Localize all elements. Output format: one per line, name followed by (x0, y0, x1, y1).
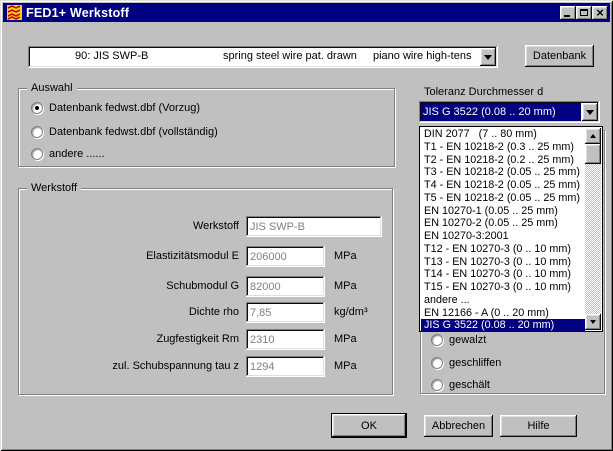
cancel-button[interactable]: Abbrechen (424, 415, 493, 437)
field-label: zul. Schubspannung tau z (19, 356, 239, 377)
dialog-window: FED1+ Werkstoff 90: JIS SWP-B spring ste… (0, 0, 613, 451)
list-item[interactable]: EN 12166 - A (0 .. 20 mm) (421, 307, 585, 320)
maximize-icon (580, 9, 588, 16)
list-item[interactable]: T14 - EN 10270-3 (0 .. 10 mm) (421, 268, 585, 281)
material-combo-arrow-button[interactable] (480, 48, 496, 66)
material-name: spring steel wire pat. drawn (223, 50, 357, 62)
auswahl-groupbox: Auswahl Datenbank fedwst.dbf (Vorzug) Da… (18, 88, 395, 167)
list-item[interactable]: EN 10270-2 (0.05 .. 25 mm) (421, 217, 585, 230)
radio-label: geschliffen (449, 357, 501, 369)
radio-label: gewalzt (449, 334, 486, 346)
toleranz-selected-value: JIS G 3522 (0.08 .. 20 mm) (421, 103, 581, 121)
chevron-down-icon (586, 110, 594, 115)
field-label: Zugfestigkeit Rm (19, 329, 239, 350)
list-item[interactable]: T12 - EN 10270-3 (0 .. 10 mm) (421, 243, 585, 256)
toleranz-combo-arrow-button[interactable] (582, 103, 598, 121)
field-label: Schubmodul G (19, 276, 239, 297)
unit-label: MPa (334, 276, 357, 297)
field-label: Elastizitätsmodul E (19, 246, 239, 267)
radio-db-vorzug[interactable]: Datenbank fedwst.dbf (Vorzug) (31, 101, 200, 115)
radio-icon[interactable] (31, 148, 43, 160)
radio-andere[interactable]: andere ...... (31, 147, 105, 161)
radio-icon[interactable] (31, 102, 43, 114)
material-detail: piano wire high-tens (373, 50, 471, 62)
radio-label: Datenbank fedwst.dbf (vollständig) (49, 126, 218, 138)
radio-geschaelt[interactable]: geschält (431, 378, 490, 392)
radio-gewalzt[interactable]: gewalzt (431, 333, 486, 347)
field-label: Werkstoff (19, 216, 239, 237)
list-item[interactable]: T13 - EN 10270-3 (0 .. 10 mm) (421, 256, 585, 269)
window-controls (560, 6, 608, 20)
title-bar[interactable]: FED1+ Werkstoff (3, 3, 610, 22)
scroll-down-button[interactable] (585, 314, 601, 330)
radio-label: Datenbank fedwst.dbf (Vorzug) (49, 102, 200, 114)
radio-icon[interactable] (431, 379, 443, 391)
radio-icon[interactable] (431, 357, 443, 369)
schubspannung-field[interactable] (246, 356, 325, 377)
row-dichte: Dichte rho kg/dm³ (19, 302, 392, 323)
list-item[interactable]: T15 - EN 10270-3 (0 .. 10 mm) (421, 281, 585, 294)
werkstoff-field[interactable] (246, 216, 382, 237)
radio-geschliffen[interactable]: geschliffen (431, 356, 501, 370)
list-item[interactable]: DIN 2077 (7 .. 80 mm) (421, 128, 585, 141)
unit-label: MPa (334, 246, 357, 267)
close-button[interactable] (592, 6, 608, 20)
material-combobox[interactable]: 90: JIS SWP-B spring steel wire pat. dra… (28, 46, 498, 68)
minimize-icon (564, 15, 570, 17)
field-label: Dichte rho (19, 302, 239, 323)
material-code: 90: JIS SWP-B (75, 50, 148, 62)
radio-label: geschält (449, 379, 490, 391)
list-item-selected[interactable]: JIS G 3522 (0.08 .. 20 mm) (421, 319, 585, 332)
row-werkstoff: Werkstoff (19, 216, 392, 237)
datenbank-button[interactable]: Datenbank (525, 45, 594, 67)
list-item[interactable]: T1 - EN 10218-2 (0.3 .. 25 mm) (421, 141, 585, 154)
radio-db-vollstaendig[interactable]: Datenbank fedwst.dbf (vollständig) (31, 125, 218, 139)
werkstoff-group-title: Werkstoff (27, 182, 81, 195)
emodul-field[interactable] (246, 246, 325, 267)
minimize-button[interactable] (560, 6, 576, 20)
list-item[interactable]: T2 - EN 10218-2 (0.2 .. 25 mm) (421, 154, 585, 167)
dichte-field[interactable] (246, 302, 325, 323)
toleranz-dropdown-list: DIN 2077 (7 .. 80 mm) T1 - EN 10218-2 (0… (419, 126, 603, 332)
toleranz-label: Toleranz Durchmesser d (424, 86, 543, 98)
zugfestigkeit-field[interactable] (246, 329, 325, 350)
row-gmodul: Schubmodul G MPa (19, 276, 392, 297)
scrollbar[interactable] (585, 128, 601, 330)
list-item[interactable]: EN 10270-3:2001 (421, 230, 585, 243)
list-item[interactable]: EN 10270-1 (0.05 .. 25 mm) (421, 205, 585, 218)
maximize-button[interactable] (576, 6, 592, 20)
scroll-thumb[interactable] (585, 144, 601, 164)
gmodul-field[interactable] (246, 276, 325, 297)
radio-icon[interactable] (431, 334, 443, 346)
row-zugfestigkeit: Zugfestigkeit Rm MPa (19, 329, 392, 350)
list-item[interactable]: T3 - EN 10218-2 (0.05 .. 25 mm) (421, 166, 585, 179)
spring-coil-icon (7, 5, 22, 20)
row-schubspannung: zul. Schubspannung tau z MPa (19, 356, 392, 377)
list-item[interactable]: T4 - EN 10218-2 (0.05 .. 25 mm) (421, 179, 585, 192)
werkstoff-groupbox: Werkstoff Werkstoff Elastizitätsmodul E … (18, 188, 393, 395)
row-emodul: Elastizitätsmodul E MPa (19, 246, 392, 267)
auswahl-group-title: Auswahl (27, 82, 77, 95)
unit-label: kg/dm³ (334, 302, 368, 323)
unit-label: MPa (334, 329, 357, 350)
arrow-down-icon (590, 320, 596, 324)
close-icon (596, 4, 604, 22)
scroll-up-button[interactable] (585, 128, 601, 144)
list-items: DIN 2077 (7 .. 80 mm) T1 - EN 10218-2 (0… (421, 128, 585, 332)
toleranz-combobox[interactable]: JIS G 3522 (0.08 .. 20 mm) (419, 101, 600, 123)
window-title: FED1+ Werkstoff (26, 6, 129, 20)
arrow-up-icon (590, 134, 596, 138)
list-item[interactable]: T5 - EN 10218-2 (0.05 .. 25 mm) (421, 192, 585, 205)
chevron-down-icon (484, 55, 492, 60)
list-item[interactable]: andere ... (421, 294, 585, 307)
radio-icon[interactable] (31, 126, 43, 138)
help-button[interactable]: Hilfe (500, 415, 577, 437)
unit-label: MPa (334, 356, 357, 377)
radio-label: andere ...... (49, 148, 105, 160)
ok-button[interactable]: OK (331, 413, 407, 438)
